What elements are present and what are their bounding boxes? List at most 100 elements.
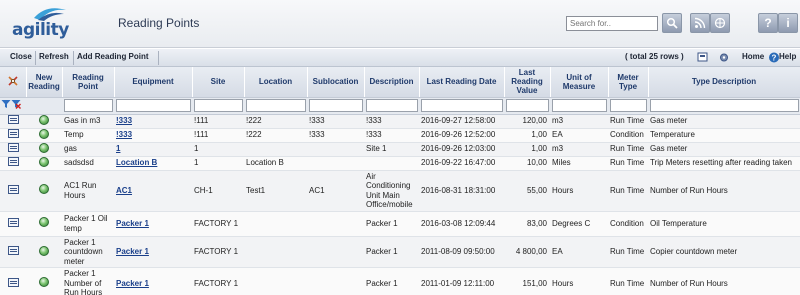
cell-last-reading-value: 151,00 — [504, 267, 550, 295]
filter-cell — [62, 97, 115, 115]
filter-site-input[interactable] — [193, 99, 243, 112]
cell-sublocation — [307, 267, 364, 295]
filter-last-reading-value-input[interactable] — [505, 99, 549, 112]
home-button[interactable]: Home — [742, 52, 764, 61]
cell-location: Location B — [244, 156, 307, 171]
cell-site: FACTORY 1 — [192, 211, 244, 237]
column-header[interactable]: Site — [192, 67, 245, 98]
search-button[interactable] — [662, 13, 682, 33]
column-header[interactable]: Location — [244, 67, 308, 98]
new-reading-cell — [26, 170, 62, 212]
column-header[interactable]: Reading Point — [62, 67, 115, 98]
filter-last-reading-date-input[interactable] — [420, 99, 503, 112]
view-record-icon[interactable] — [7, 115, 19, 125]
cell-meter-type: Run Time — [608, 142, 648, 157]
equipment-link[interactable]: Packer 1 — [116, 247, 149, 256]
view-record-icon[interactable] — [7, 277, 19, 287]
view-record-icon[interactable] — [7, 184, 19, 194]
column-header[interactable]: Equipment — [114, 67, 193, 98]
cell-site: !111 — [192, 128, 244, 143]
view-record-icon[interactable] — [7, 129, 19, 139]
network-button[interactable] — [710, 13, 730, 33]
column-header[interactable]: Last Reading Date — [419, 67, 505, 98]
table-row[interactable]: AC1 Run Hours AC1 CH-1 Test1 AC1 Air Conditio… — [0, 170, 800, 212]
cell-description: Packer 1 — [364, 267, 419, 295]
equipment-link[interactable]: Packer 1 — [116, 279, 149, 288]
column-header[interactable]: New Reading — [26, 67, 63, 98]
filter-sublocation-input[interactable] — [308, 99, 363, 112]
view-cell — [0, 142, 26, 157]
column-header[interactable]: Last Reading Value — [504, 67, 551, 98]
filter-type-description-input[interactable] — [649, 99, 799, 112]
equipment-link[interactable]: AC1 — [116, 186, 132, 195]
filter-meter-type-input[interactable] — [609, 99, 647, 112]
filter-reading-point-input[interactable] — [63, 99, 113, 112]
column-header[interactable]: Meter Type — [608, 67, 649, 98]
new-reading-icon[interactable] — [39, 128, 49, 139]
new-reading-icon[interactable] — [39, 217, 49, 228]
view-record-icon[interactable] — [7, 246, 19, 255]
cell-type-description: Trip Meters resetting after reading take… — [648, 156, 800, 171]
new-reading-icon[interactable] — [39, 245, 49, 256]
new-reading-icon[interactable] — [39, 184, 49, 195]
view-record-icon[interactable] — [7, 143, 19, 153]
close-button[interactable]: Close — [10, 52, 32, 61]
cell-reading-point: sadsdsd — [62, 156, 114, 171]
table-row[interactable]: Gas in m3 !333 !111 !222 !333 !333 2016-09-27 … — [0, 114, 800, 129]
new-reading-cell — [26, 156, 62, 171]
new-reading-icon[interactable] — [39, 142, 49, 153]
equipment-link[interactable]: Location B — [116, 158, 157, 167]
table-row[interactable]: Packer 1 Number of Run Hours Packer 1 FACT… — [0, 267, 800, 295]
settings-icon[interactable] — [718, 52, 730, 63]
export-icon[interactable] — [697, 52, 709, 63]
filter-unit-input[interactable] — [551, 99, 607, 112]
help-link[interactable]: Help — [779, 52, 796, 61]
toolbar-divider — [73, 51, 74, 65]
cell-meter-type: Condition — [608, 211, 648, 237]
column-header[interactable]: Type Description — [648, 67, 800, 98]
cell-last-reading-value: 83,00 — [504, 211, 550, 237]
filter-location-input[interactable] — [245, 99, 306, 112]
cell-location — [244, 236, 307, 268]
clear-filter-icon[interactable] — [11, 99, 21, 110]
search-input[interactable] — [566, 16, 658, 31]
table-row[interactable]: Packer 1 countdown meter Packer 1 FACTORY … — [0, 236, 800, 268]
column-header[interactable]: Unit of Measure — [550, 67, 609, 98]
equipment-link[interactable]: 1 — [116, 144, 120, 153]
cell-meter-type: Run Time — [608, 156, 648, 171]
cell-meter-type: Run Time — [608, 114, 648, 129]
cell-site: FACTORY 1 — [192, 236, 244, 268]
filter-description-input[interactable] — [365, 99, 418, 112]
equipment-link[interactable]: !333 — [116, 130, 132, 139]
view-cell — [0, 128, 26, 143]
table-row[interactable]: sadsdsd Location B 1 Location B 2016-09-22 1… — [0, 156, 800, 171]
new-reading-icon[interactable] — [39, 156, 49, 167]
column-config-icon[interactable] — [7, 75, 19, 87]
view-cell — [0, 236, 26, 268]
view-record-icon[interactable] — [7, 217, 19, 227]
filter-icon[interactable] — [1, 99, 11, 109]
filter-cell — [608, 97, 649, 115]
equipment-link[interactable]: !333 — [116, 116, 132, 125]
refresh-button[interactable]: Refresh — [39, 52, 69, 61]
table-row[interactable]: Temp !333 !111 !222 !333 !333 2016-09-26 12:52… — [0, 128, 800, 143]
column-config-header[interactable] — [0, 67, 27, 98]
new-reading-icon[interactable] — [39, 277, 49, 287]
column-header[interactable]: Sublocation — [307, 67, 365, 98]
rss-button[interactable] — [690, 13, 710, 33]
agility-logo[interactable]: agility — [12, 6, 74, 42]
cell-unit: EA — [550, 128, 608, 143]
table-row[interactable]: gas 1 1 Site 1 2016-09-26 12:03:00 1,00 m3 Run … — [0, 142, 800, 157]
add-reading-point-button[interactable]: Add Reading Point — [77, 52, 149, 61]
equipment-link[interactable]: Packer 1 — [116, 219, 149, 228]
table-row[interactable]: Packer 1 Oil temp Packer 1 FACTORY 1 Packer… — [0, 211, 800, 237]
cell-unit: m3 — [550, 142, 608, 157]
filter-equipment-input[interactable] — [115, 99, 191, 112]
help-button[interactable]: ? — [758, 13, 778, 33]
cell-unit: Hours — [550, 170, 608, 212]
header-row: New Reading Reading Point Equipment Site… — [0, 67, 800, 98]
info-button[interactable]: i — [778, 13, 798, 33]
column-header[interactable]: Description — [364, 67, 420, 98]
new-reading-icon[interactable] — [39, 114, 49, 125]
view-record-icon[interactable] — [7, 157, 19, 167]
